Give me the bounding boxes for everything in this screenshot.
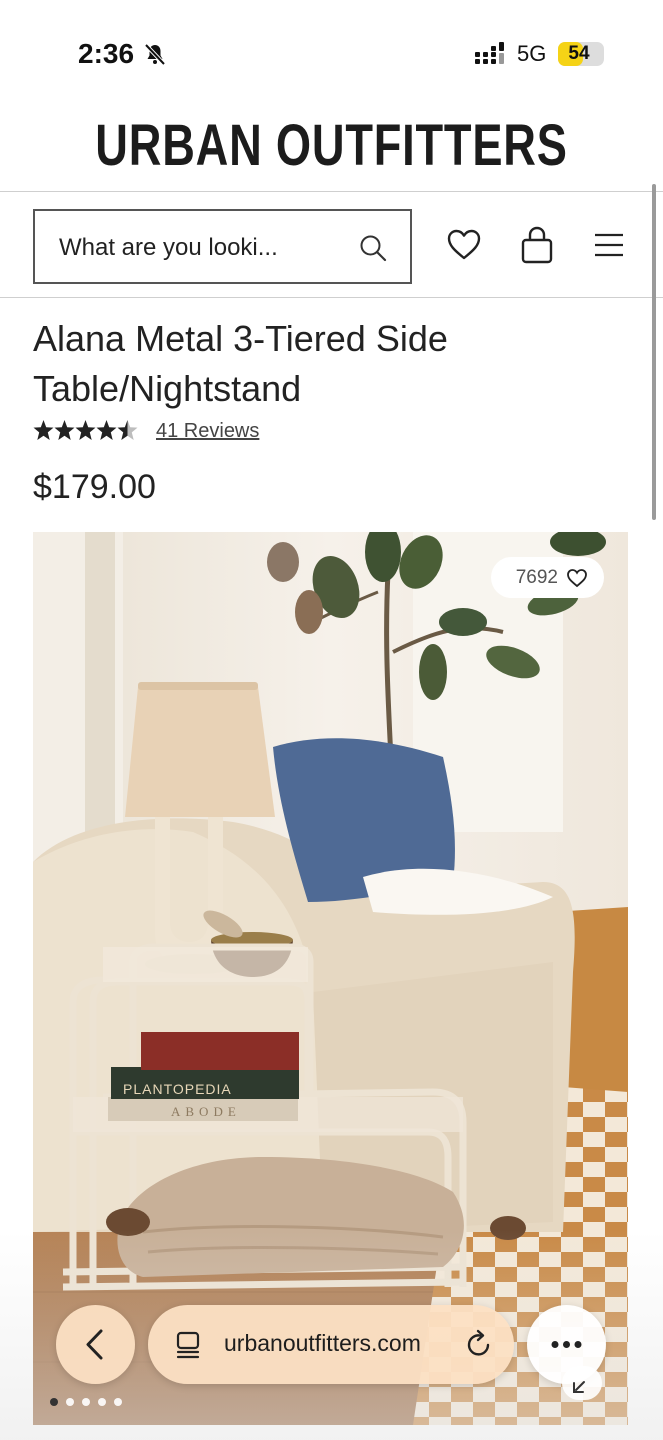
gallery-dot[interactable] [66,1398,74,1406]
collapse-icon [573,1381,585,1393]
reviews-link[interactable]: 41 Reviews [156,420,259,443]
reload-icon[interactable] [464,1329,494,1359]
gallery-dot[interactable] [82,1398,90,1406]
battery-indicator: 54 [558,42,604,66]
rating-stars [33,418,138,444]
back-button[interactable] [56,1305,135,1384]
gallery-dot[interactable] [98,1398,106,1406]
bell-muted-icon [144,43,166,66]
status-bar: 2:36 5G 54 [0,0,663,100]
book-title: ABODE [171,1104,241,1119]
star-icon [96,420,117,440]
scrollbar[interactable] [652,184,656,520]
status-time: 2:36 [78,38,135,69]
product-price: $179.00 [33,468,156,506]
book-title: PLANTOPEDIA [123,1081,232,1097]
divider [0,297,663,298]
likes-button[interactable]: 7692 [490,557,604,598]
menu-icon[interactable] [594,232,624,258]
battery-percent: 54 [568,43,590,64]
brand-logo[interactable]: URBAN OUTFITTERS [73,112,590,179]
search-input[interactable] [59,229,349,267]
network-type: 5G [517,41,547,66]
star-icon [33,420,54,440]
product-title: Alana Metal 3-Tiered Side Table/Nightsta… [33,318,448,409]
gallery-dot[interactable] [50,1398,58,1406]
collapse-button[interactable] [562,1366,602,1400]
star-icon [75,420,96,440]
url-text[interactable]: urbanoutfitters.com [224,1330,421,1357]
bag-icon[interactable] [520,226,554,264]
likes-count: 7692 [515,566,558,588]
star-icon [117,420,138,440]
heart-icon[interactable] [446,227,482,263]
back-icon [86,1329,103,1360]
gallery-dot[interactable] [114,1398,122,1406]
heart-icon [567,568,587,587]
search-icon[interactable] [359,234,387,262]
star-icon [54,420,75,440]
address-bar[interactable]: urbanoutfitters.com [148,1305,514,1384]
divider [0,191,663,192]
search-box[interactable] [33,209,412,284]
tabs-icon[interactable] [174,1330,202,1360]
gallery-pagination[interactable] [50,1398,130,1406]
signal-icon [475,42,504,64]
